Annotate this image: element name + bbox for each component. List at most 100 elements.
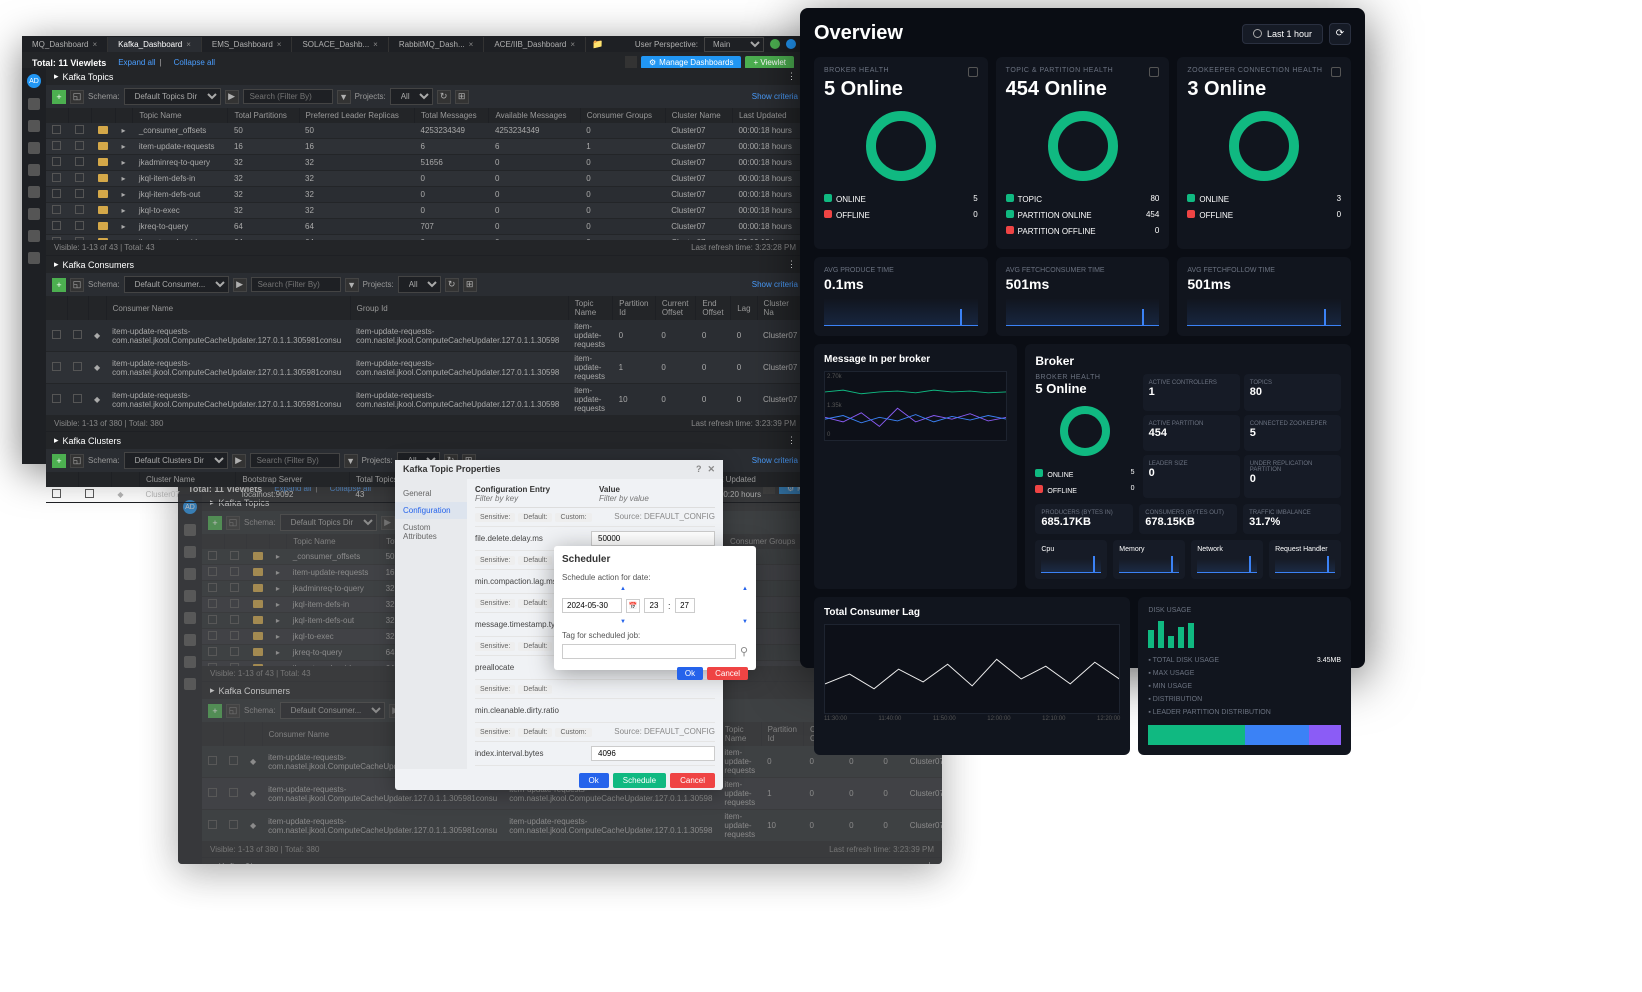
column-header[interactable] — [46, 296, 67, 320]
column-header[interactable]: Topic Name — [287, 534, 380, 549]
table-row[interactable]: ◆item-update-requests-com.nastel.jkool.C… — [46, 320, 804, 352]
info-icon[interactable] — [786, 39, 796, 49]
add-tab-icon[interactable]: 📁 — [586, 37, 609, 52]
help-icon[interactable]: ? — [696, 464, 702, 475]
cancel-button[interactable]: Cancel — [670, 773, 715, 788]
column-header[interactable] — [92, 108, 116, 123]
expand-all-link[interactable]: Expand all — [118, 58, 155, 67]
nav-item[interactable]: General — [395, 485, 467, 502]
close-tab-icon[interactable]: × — [373, 40, 378, 49]
add-button[interactable]: + — [52, 278, 66, 292]
sidebar-icon[interactable] — [184, 634, 196, 646]
column-header[interactable] — [224, 534, 246, 549]
min-spinner-up[interactable]: ▲ — [742, 586, 748, 592]
sidebar-icon[interactable] — [184, 678, 196, 690]
row-checkbox[interactable] — [52, 189, 61, 198]
table-row[interactable]: ▸jkreq-to-query646470700Cluster0700:00:1… — [46, 219, 804, 235]
column-header[interactable]: Current Offset — [655, 296, 696, 320]
column-header[interactable] — [247, 534, 270, 549]
tag-input[interactable] — [562, 644, 736, 659]
expand-icon[interactable] — [968, 67, 978, 77]
column-header[interactable]: Total Partitions — [228, 108, 299, 123]
section-menu-icon[interactable]: ⋮ — [787, 71, 796, 82]
column-header[interactable]: Preferred Leader Replicas — [299, 108, 415, 123]
column-header[interactable]: Lag — [731, 296, 757, 320]
column-header[interactable] — [270, 534, 287, 549]
column-header[interactable]: Partition Id — [613, 296, 656, 320]
sidebar-icon[interactable] — [184, 612, 196, 624]
expand-icon[interactable] — [1149, 67, 1159, 77]
table-row[interactable]: ▸jkql-item-defs-in3232000Cluster0700:00:… — [46, 171, 804, 187]
filter-icon[interactable]: ▼ — [337, 90, 351, 104]
projects-select[interactable]: All — [398, 276, 441, 293]
close-tab-icon[interactable]: × — [186, 40, 191, 49]
play-icon[interactable]: ▶ — [233, 278, 247, 292]
sidebar-icon[interactable] — [28, 142, 40, 154]
sidebar-icon[interactable] — [184, 656, 196, 668]
table-row[interactable]: ▸jkreq-to-sub-grid6464000Cluster0700:00:… — [46, 235, 804, 241]
sidebar-icon[interactable] — [184, 524, 196, 536]
column-header[interactable]: Consumer Groups — [580, 108, 665, 123]
row-checkbox[interactable] — [52, 394, 61, 403]
column-header[interactable]: Consumer Name — [106, 296, 350, 320]
sidebar-icon[interactable] — [28, 120, 40, 132]
sidebar-icon[interactable] — [184, 590, 196, 602]
tool-icon[interactable]: ◱ — [226, 704, 240, 718]
min-input[interactable] — [675, 598, 695, 613]
row-checkbox[interactable] — [52, 125, 61, 134]
collapse-all-link[interactable]: Collapse all — [174, 58, 215, 67]
ok-button[interactable]: Ok — [677, 667, 703, 680]
hour-spinner-up[interactable]: ▲ — [620, 586, 626, 592]
column-header[interactable]: Topic Name — [718, 722, 761, 746]
sidebar-icon[interactable] — [28, 208, 40, 220]
dashboard-tab[interactable]: EMS_Dashboard× — [202, 37, 293, 52]
add-button[interactable]: + — [208, 516, 222, 530]
tool-icon[interactable]: ◱ — [226, 516, 240, 530]
sidebar-icon[interactable] — [28, 252, 40, 264]
show-criteria-link[interactable]: Show criteria — [752, 456, 798, 465]
add-button[interactable]: + — [52, 90, 66, 104]
schema-select[interactable]: Default Clusters Dir — [124, 452, 228, 469]
row-checkbox[interactable] — [52, 330, 61, 339]
search-input[interactable] — [251, 277, 341, 292]
expand-icon[interactable] — [1331, 67, 1341, 77]
row-checkbox[interactable] — [208, 599, 217, 608]
tool-icon[interactable]: ⊞ — [463, 278, 477, 292]
column-header[interactable]: Last Updated — [732, 108, 803, 123]
refresh-button[interactable]: ⟳ — [1329, 23, 1351, 45]
calendar-icon[interactable]: 📅 — [626, 599, 640, 613]
toolbar-icon[interactable] — [625, 56, 637, 68]
schema-select[interactable]: Default Topics Dir — [280, 514, 377, 531]
nav-item[interactable]: Configuration — [395, 502, 467, 519]
section-menu-icon[interactable]: ⋮ — [787, 259, 796, 270]
date-input[interactable] — [562, 598, 622, 613]
column-header[interactable]: Cluster Na — [757, 296, 803, 320]
table-row[interactable]: ▸jkql-item-defs-out3232000Cluster0700:00… — [46, 187, 804, 203]
show-criteria-link[interactable]: Show criteria — [752, 280, 798, 289]
column-header[interactable] — [46, 108, 69, 123]
sidebar-icon[interactable] — [184, 568, 196, 580]
sidebar-icon[interactable] — [28, 98, 40, 110]
close-tab-icon[interactable]: × — [92, 40, 97, 49]
column-header[interactable] — [111, 472, 139, 487]
tool-icon[interactable]: ◱ — [70, 454, 84, 468]
hour-spinner-down[interactable]: ▼ — [620, 619, 626, 625]
tool-icon[interactable]: ↻ — [445, 278, 459, 292]
play-icon[interactable]: ▶ — [225, 90, 239, 104]
tool-icon[interactable]: ⊞ — [455, 90, 469, 104]
section-menu-icon[interactable]: ⋮ — [787, 435, 796, 446]
column-header[interactable] — [79, 472, 112, 487]
column-header[interactable]: Available Messages — [489, 108, 580, 123]
perspective-select[interactable]: Main — [704, 37, 764, 52]
hour-input[interactable] — [644, 598, 664, 613]
column-header[interactable]: Bootstrap Server — [236, 472, 350, 487]
play-icon[interactable]: ▶ — [232, 454, 246, 468]
filter-icon[interactable]: ▼ — [344, 454, 358, 468]
column-header[interactable] — [46, 472, 79, 487]
user-avatar[interactable]: AD — [27, 74, 41, 88]
search-input[interactable] — [250, 453, 340, 468]
close-icon[interactable]: ✕ — [707, 464, 715, 475]
add-button[interactable]: + — [52, 454, 66, 468]
dashboard-tab[interactable]: ACE/IIB_Dashboard× — [484, 37, 586, 52]
close-tab-icon[interactable]: × — [469, 40, 474, 49]
